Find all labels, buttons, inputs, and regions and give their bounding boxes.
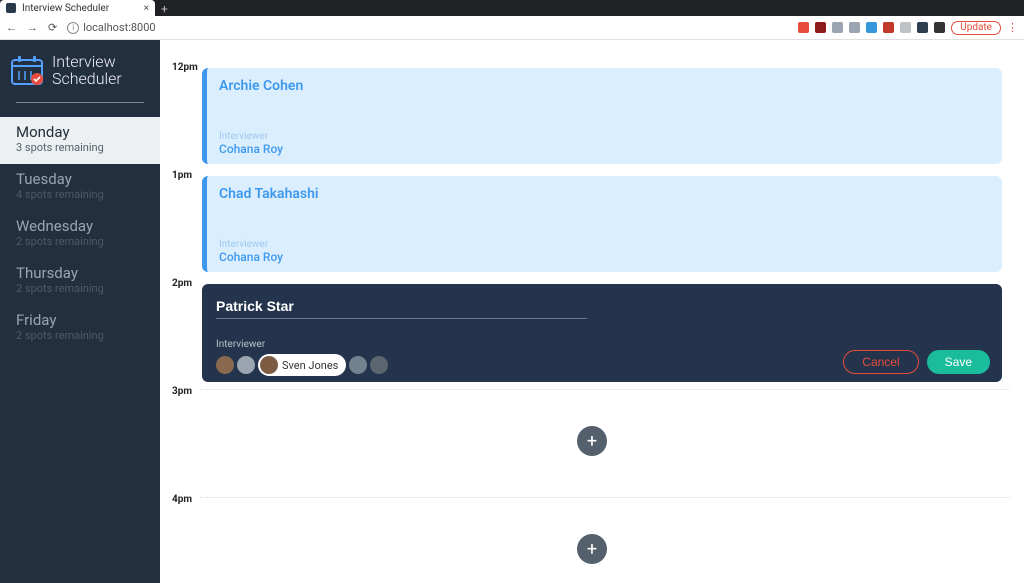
sidebar-item-friday[interactable]: Friday 2 spots remaining — [0, 305, 160, 352]
appointment-card-1pm[interactable]: Chad Takahashi Interviewer Cohana Roy — [202, 176, 1002, 272]
interviewer-selected-name: Sven Jones — [282, 359, 338, 372]
appointment-card-12pm[interactable]: Archie Cohen Interviewer Cohana Roy — [202, 68, 1002, 164]
day-name: Monday — [16, 123, 144, 141]
sidebar-item-tuesday[interactable]: Tuesday 4 spots remaining — [0, 164, 160, 211]
app-root: Interview Scheduler Monday 3 spots remai… — [0, 40, 1024, 583]
interviewer-selected[interactable]: Sven Jones — [258, 354, 346, 376]
hour-label-1pm: 1pm — [172, 170, 192, 181]
interviewer-label: Interviewer — [219, 131, 990, 142]
day-name: Tuesday — [16, 170, 144, 188]
info-icon[interactable]: i — [67, 22, 79, 34]
extension-icon[interactable] — [815, 22, 826, 33]
reload-icon[interactable]: ⟳ — [48, 21, 57, 34]
extension-icon[interactable] — [934, 22, 945, 33]
day-remaining: 2 spots remaining — [16, 282, 144, 295]
url-text: localhost:8000 — [83, 21, 155, 34]
save-button[interactable]: Save — [927, 350, 990, 374]
extension-icon[interactable] — [849, 22, 860, 33]
interviewer-avatar[interactable] — [216, 356, 234, 374]
interviewer-label: Interviewer — [216, 339, 988, 350]
day-remaining: 2 spots remaining — [16, 329, 144, 342]
interviewer-avatar — [260, 356, 278, 374]
browser-tab-strip: Interview Scheduler × + — [0, 0, 1024, 16]
day-name: Wednesday — [16, 217, 144, 235]
interviewer-avatar[interactable] — [370, 356, 388, 374]
hour-label-2pm: 2pm — [172, 278, 192, 289]
day-list: Monday 3 spots remaining Tuesday 4 spots… — [0, 117, 160, 352]
calendar-icon — [10, 54, 44, 88]
extension-icon[interactable] — [798, 22, 809, 33]
day-name: Friday — [16, 311, 144, 329]
interviewer-avatar[interactable] — [349, 356, 367, 374]
favicon — [6, 3, 16, 13]
plus-icon: + — [587, 431, 597, 452]
sidebar: Interview Scheduler Monday 3 spots remai… — [0, 40, 160, 583]
student-name: Archie Cohen — [219, 78, 990, 94]
back-icon[interactable]: ← — [6, 21, 17, 34]
browser-toolbar: ← → ⟳ i localhost:8000 Update ⋮ — [0, 16, 1024, 40]
student-name: Chad Takahashi — [219, 186, 990, 202]
day-remaining: 3 spots remaining — [16, 141, 144, 154]
forward-icon[interactable]: → — [27, 21, 38, 34]
day-remaining: 4 spots remaining — [16, 188, 144, 201]
hour-label-4pm: 4pm — [172, 494, 192, 505]
extension-tray: Update ⋮ — [798, 21, 1018, 35]
update-button[interactable]: Update — [951, 21, 1001, 35]
appointment-form-2pm: Interviewer Sven Jones Cancel Save — [202, 284, 1002, 382]
plus-icon: + — [587, 539, 597, 560]
extension-icon[interactable] — [883, 22, 894, 33]
extension-icon[interactable] — [832, 22, 843, 33]
interviewer-label: Interviewer — [219, 239, 990, 250]
app-logo: Interview Scheduler — [0, 40, 160, 98]
sidebar-item-thursday[interactable]: Thursday 2 spots remaining — [0, 258, 160, 305]
hour-label-12pm: 12pm — [172, 62, 198, 73]
day-name: Thursday — [16, 264, 144, 282]
cancel-button[interactable]: Cancel — [843, 350, 918, 374]
sidebar-item-wednesday[interactable]: Wednesday 2 spots remaining — [0, 211, 160, 258]
interviewer-avatar[interactable] — [237, 356, 255, 374]
add-appointment-button-4pm[interactable]: + — [577, 534, 607, 564]
hour-label-3pm: 3pm — [172, 386, 192, 397]
add-appointment-button-3pm[interactable]: + — [577, 426, 607, 456]
hour-rule — [200, 497, 1010, 498]
interviewer-name: Cohana Roy — [219, 250, 990, 264]
browser-tab[interactable]: Interview Scheduler × — [0, 0, 155, 16]
app-title-line2: Scheduler — [52, 71, 122, 88]
sidebar-item-monday[interactable]: Monday 3 spots remaining — [0, 117, 160, 164]
address-bar[interactable]: i localhost:8000 — [67, 21, 155, 34]
schedule: 12pm 1pm 2pm 3pm 4pm Archie Cohen Interv… — [160, 40, 1024, 583]
day-remaining: 2 spots remaining — [16, 235, 144, 248]
new-tab-button[interactable]: + — [161, 2, 168, 16]
extension-icon[interactable] — [900, 22, 911, 33]
student-name-input[interactable] — [216, 298, 587, 319]
extension-icon[interactable] — [866, 22, 877, 33]
interviewer-name: Cohana Roy — [219, 142, 990, 156]
sidebar-divider — [16, 102, 144, 103]
tab-title: Interview Scheduler — [22, 3, 109, 14]
hour-rule — [200, 389, 1010, 390]
close-tab-icon[interactable]: × — [144, 3, 149, 14]
extension-icon[interactable] — [917, 22, 928, 33]
menu-icon[interactable]: ⋮ — [1007, 21, 1018, 34]
